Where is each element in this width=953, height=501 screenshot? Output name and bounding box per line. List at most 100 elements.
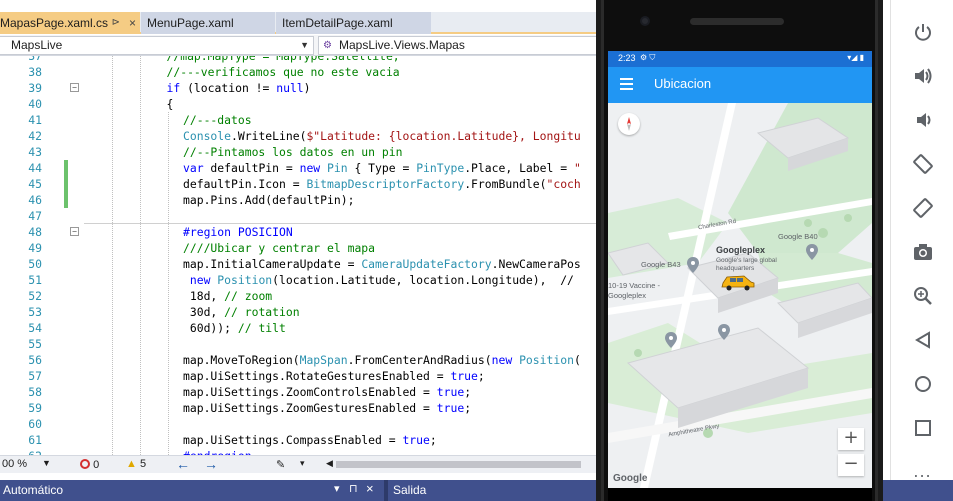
line-number: 54 <box>28 321 42 335</box>
line-number: 50 <box>28 257 42 271</box>
code-line[interactable]: 47 <box>0 208 610 224</box>
code-text: ////Ubicar y centrar el mapa <box>183 241 376 255</box>
code-line[interactable]: 44 var defaultPin = new Pin { Type = PinT… <box>0 160 610 176</box>
overview-icon[interactable] <box>891 412 953 444</box>
code-line[interactable]: 55 <box>0 336 610 352</box>
more-icon[interactable]: ... <box>891 455 953 487</box>
pin-tab-icon[interactable]: ⊳ <box>112 12 120 34</box>
code-line[interactable]: 60 <box>0 416 610 432</box>
code-line[interactable]: 61 map.UiSettings.CompassEnabled = true; <box>0 432 610 448</box>
chevron-down-icon[interactable]: ▾ <box>300 458 305 469</box>
map-label-googleplex-desc: Google's large global headquarters <box>716 257 777 272</box>
tab-menupage-xaml[interactable]: MenuPage.xaml <box>141 12 275 34</box>
line-number: 42 <box>28 129 42 143</box>
code-line[interactable]: 57 map.UiSettings.RotateGesturesEnabled =… <box>0 368 610 384</box>
zoom-level[interactable]: 00 % <box>2 458 27 470</box>
code-text: map.UiSettings.ZoomControlsEnabled = tru… <box>183 385 472 399</box>
code-line[interactable]: 59 map.UiSettings.ZoomGesturesEnabled = t… <box>0 400 610 416</box>
line-number: 46 <box>28 193 42 207</box>
poi-pin-icon[interactable] <box>687 257 699 273</box>
code-text: map.UiSettings.CompassEnabled = true; <box>183 433 437 447</box>
code-line[interactable]: 37 //map.MapType = MapType.Satellite; <box>0 56 610 64</box>
code-text: map.InitialCameraUpdate = CameraUpdateFa… <box>183 257 581 271</box>
tab-label: MenuPage.xaml <box>147 16 234 30</box>
errors-indicator[interactable]: 0 <box>80 458 99 471</box>
brush-icon[interactable]: ✎ <box>276 458 285 471</box>
code-line[interactable]: 38 //---verificamos que no este vacia <box>0 64 610 80</box>
project-dropdown-value: MapsLive <box>11 38 63 52</box>
class-dropdown-value: MapsLive.Views.Mapas <box>339 38 465 52</box>
tab-label: MapasPage.xaml.cs <box>0 16 109 30</box>
chevron-down-icon[interactable]: ▾ <box>334 482 340 495</box>
power-icon[interactable] <box>891 16 953 48</box>
code-line[interactable]: 49 ////Ubicar y centrar el mapa <box>0 240 610 256</box>
code-line[interactable]: 46 map.Pins.Add(defaultPin); <box>0 192 610 208</box>
navigate-forward-icon[interactable]: → <box>204 456 218 472</box>
code-line[interactable]: 41 //---datos <box>0 112 610 128</box>
car-marker-icon[interactable] <box>720 273 756 291</box>
zoom-in-button[interactable]: + <box>838 428 864 450</box>
app-toolbar: Ubicacion <box>608 67 872 103</box>
project-dropdown[interactable]: MapsLive ▼ <box>0 36 314 55</box>
poi-pin-icon[interactable] <box>806 244 818 260</box>
rotate-right-icon[interactable] <box>891 192 953 224</box>
poi-pin-icon[interactable] <box>665 332 677 348</box>
page-title: Ubicacion <box>654 76 712 91</box>
scroll-left-icon[interactable]: ◀ <box>326 458 333 469</box>
code-line[interactable]: 43 //--Pintamos los datos en un pin <box>0 144 610 160</box>
rotate-left-icon[interactable] <box>891 148 953 180</box>
code-line[interactable]: 40 { <box>0 96 610 112</box>
chevron-down-icon[interactable]: ▼ <box>42 458 51 468</box>
code-editor[interactable]: − − 37//map.MapType = MapType.Satellite;… <box>0 56 610 455</box>
tab-itemdetailpage-xaml[interactable]: ItemDetailPage.xaml <box>276 12 431 34</box>
navigate-back-icon[interactable]: ← <box>176 456 190 472</box>
line-number: 43 <box>28 145 42 159</box>
close-tab-icon[interactable]: × <box>129 12 136 34</box>
code-line[interactable]: 50 map.InitialCameraUpdate = CameraUpdate… <box>0 256 610 272</box>
code-line[interactable]: 42 Console.WriteLine($"Latitude: {locatio… <box>0 128 610 144</box>
phone-screen[interactable]: 2:23 ⚙ ⛉ ▾◢ ▮ Ubicacion Googleplex Googl… <box>608 51 872 488</box>
horizontal-scrollbar[interactable] <box>336 461 581 468</box>
class-dropdown[interactable]: ⚙ MapsLive.Views.Mapas <box>318 36 610 55</box>
speaker-grille <box>690 18 784 25</box>
status-time: 2:23 <box>618 53 636 63</box>
code-line[interactable]: 53 30d, // rotation <box>0 304 610 320</box>
chevron-down-icon: ▼ <box>300 40 309 50</box>
code-line[interactable]: 45 defaultPin.Icon = BitmapDescriptorFact… <box>0 176 610 192</box>
line-number: 47 <box>28 209 42 223</box>
pin-icon[interactable]: ⊓ <box>349 482 358 495</box>
line-number: 60 <box>28 417 42 431</box>
zoom-out-button[interactable]: − <box>838 454 864 476</box>
code-line[interactable]: 48 #region POSICION <box>0 224 610 240</box>
code-text: map.Pins.Add(defaultPin); <box>183 193 355 207</box>
code-line[interactable]: 62 #endregion <box>0 448 610 455</box>
code-line[interactable]: 58 map.UiSettings.ZoomControlsEnabled = t… <box>0 384 610 400</box>
code-line[interactable]: 52 18d, // zoom <box>0 288 610 304</box>
autos-panel-title[interactable]: Automático <box>3 483 63 497</box>
class-icon: ⚙ <box>323 40 332 51</box>
volume-down-icon[interactable] <box>891 104 953 136</box>
warnings-indicator[interactable]: ▲ 5 <box>126 458 146 470</box>
hamburger-menu-icon[interactable] <box>620 78 633 90</box>
volume-up-icon[interactable] <box>891 60 953 92</box>
status-icons: ⚙ ⛉ <box>640 53 656 62</box>
compass-icon[interactable] <box>618 113 640 135</box>
editor-status-row: 00 % ▼ 0 ▲ 5 ← → ✎ ▾ ◀ <box>0 455 610 473</box>
back-icon[interactable] <box>891 324 953 356</box>
output-panel-title[interactable]: Salida <box>393 483 426 497</box>
poi-pin-icon[interactable] <box>718 324 730 340</box>
code-line[interactable]: 39 if (location != null) <box>0 80 610 96</box>
warning-icon: ▲ <box>126 458 137 470</box>
line-number: 48 <box>28 225 42 239</box>
zoom-icon[interactable] <box>891 280 953 312</box>
google-map[interactable]: Googleplex Google's large global headqua… <box>608 103 872 488</box>
android-status-bar: 2:23 ⚙ ⛉ ▾◢ ▮ <box>608 51 872 67</box>
code-line[interactable]: 54 60d)); // tilt <box>0 320 610 336</box>
code-line[interactable]: 56 map.MoveToRegion(MapSpan.FromCenterAnd… <box>0 352 610 368</box>
code-line[interactable]: 51 new Position(location.Latitude, locat… <box>0 272 610 288</box>
line-number: 62 <box>0 448 42 455</box>
camera-icon[interactable] <box>891 236 953 268</box>
home-icon[interactable] <box>891 368 953 400</box>
close-icon[interactable]: × <box>366 481 374 496</box>
tab-mapaspage-xaml-cs[interactable]: MapasPage.xaml.cs ⊳ × <box>0 12 140 34</box>
